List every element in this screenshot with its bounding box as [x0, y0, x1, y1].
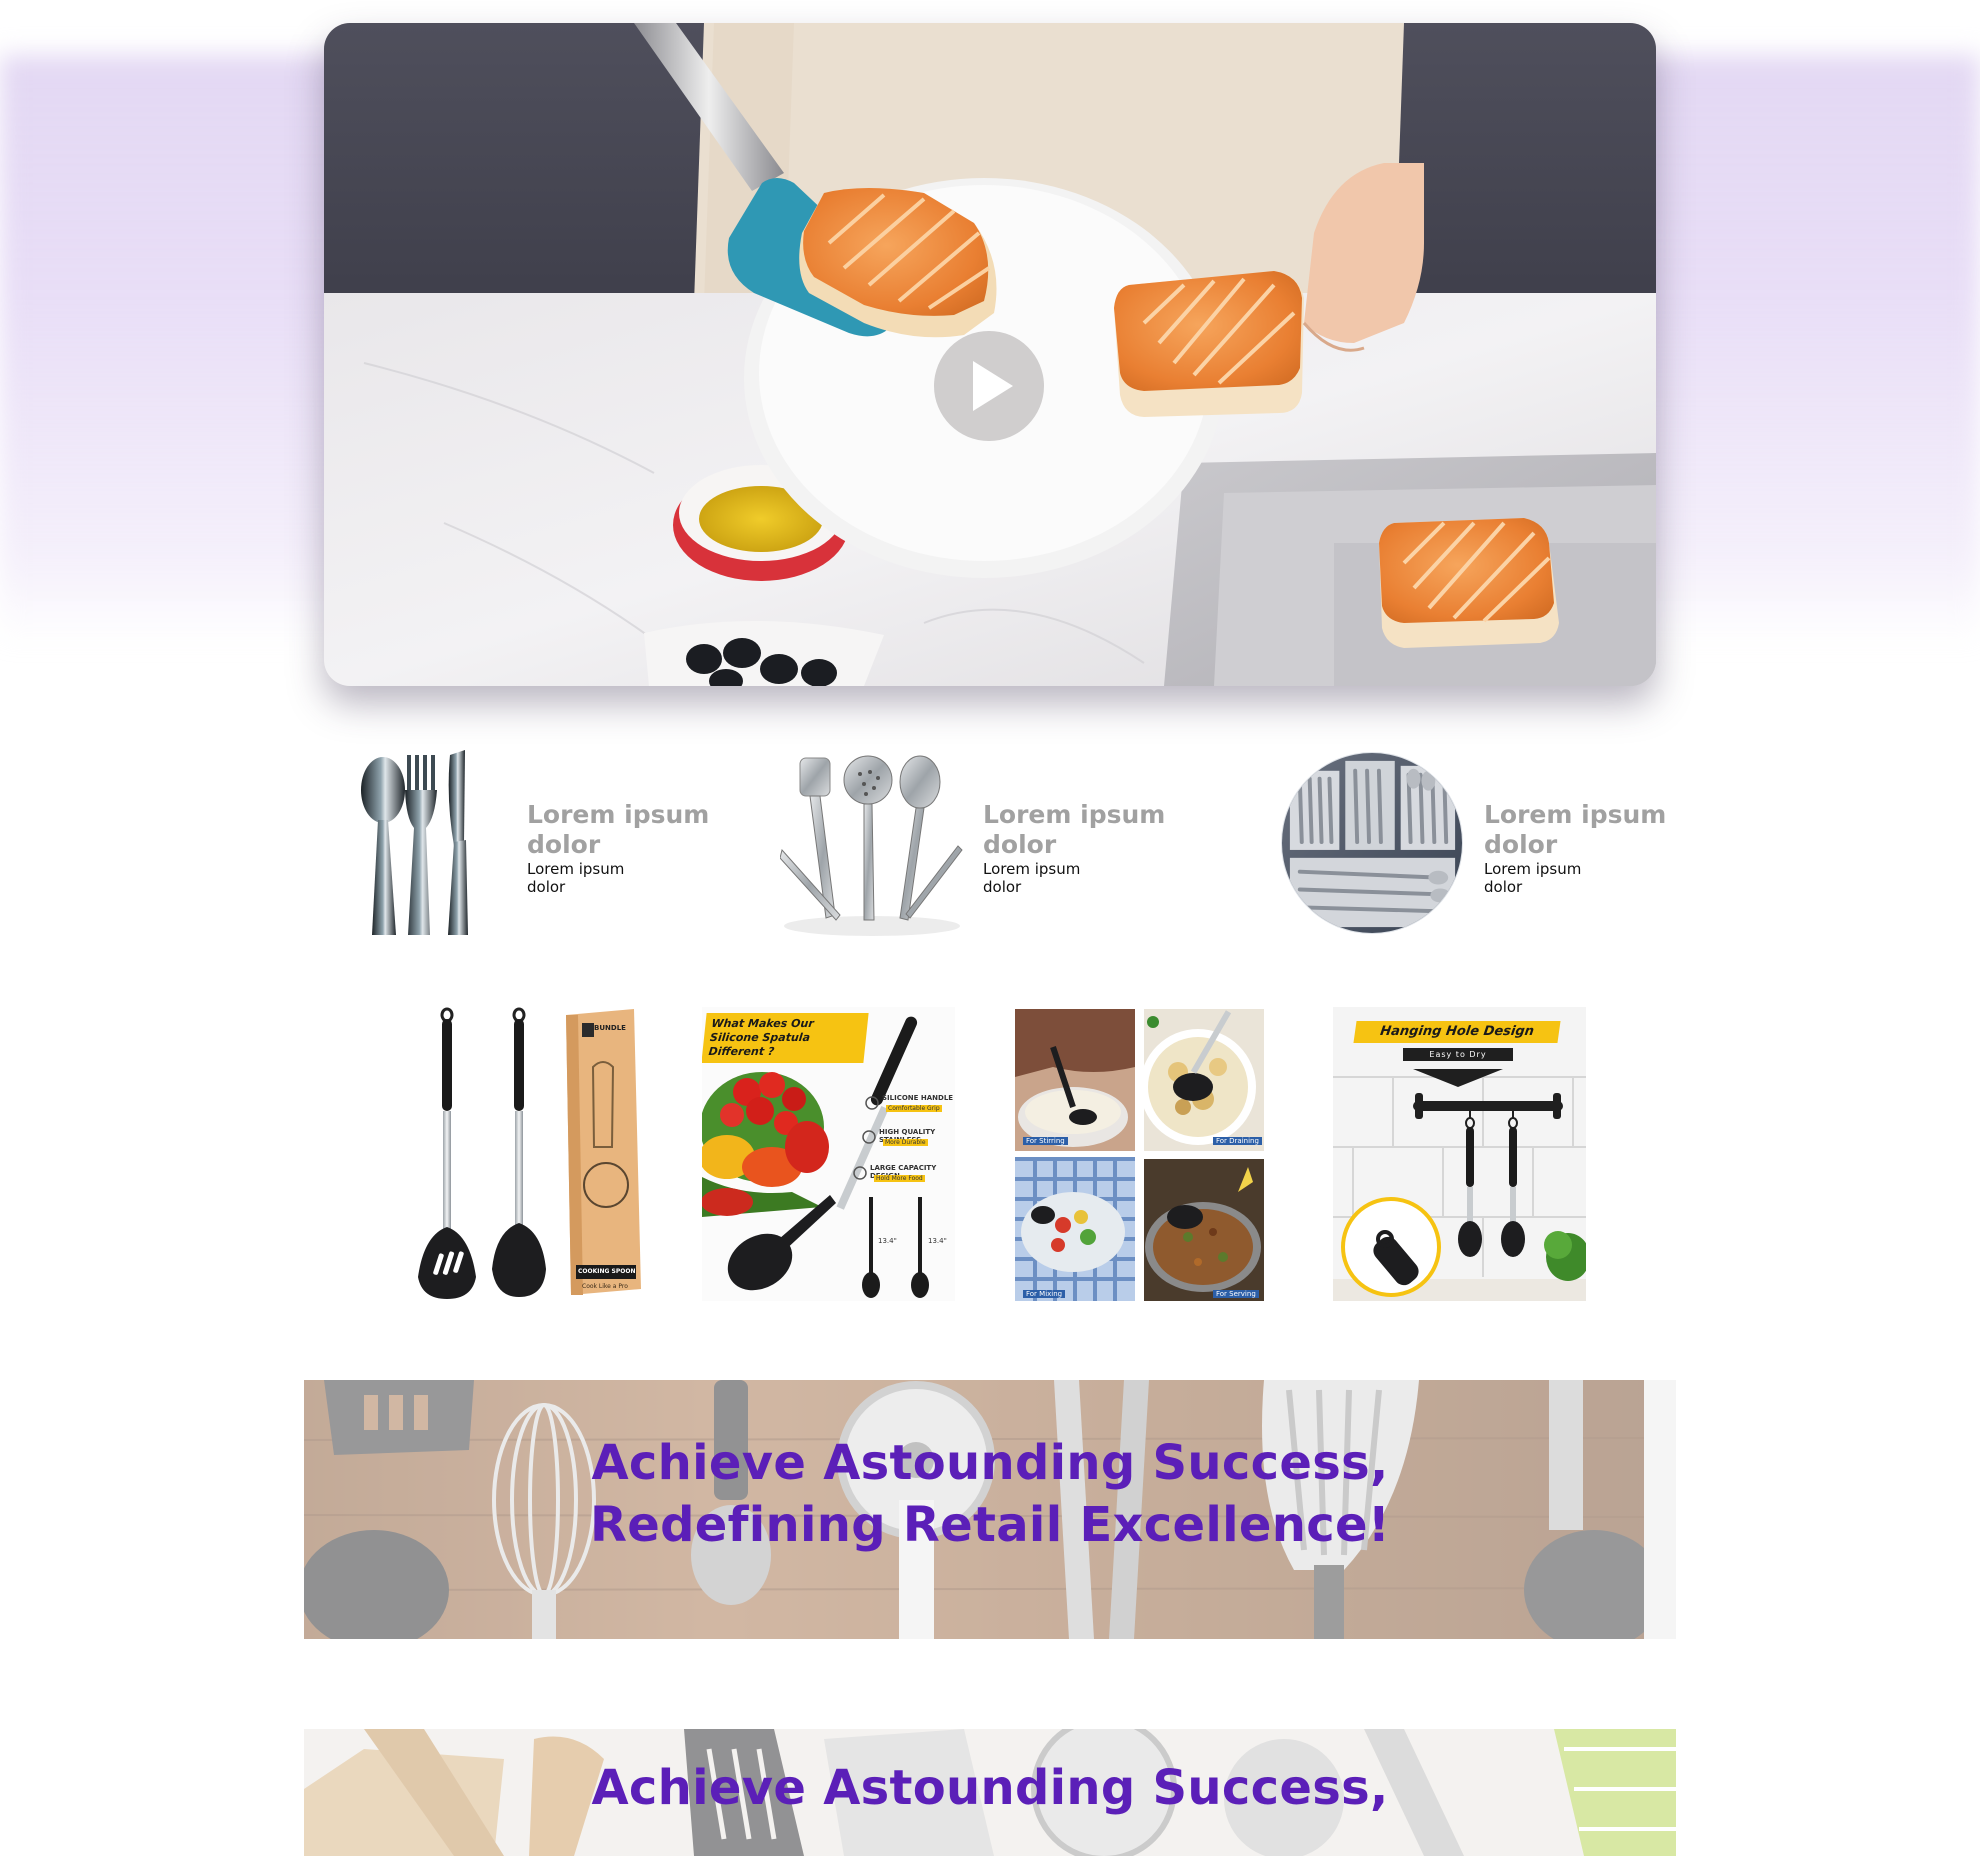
box-subtitle: Cook Like a Pro	[582, 1283, 628, 1290]
feature-subtitle: Lorem ipsum dolor	[983, 860, 1081, 896]
tile-label: For Stirring	[1023, 1137, 1068, 1145]
hanging-banner: Hanging Hole Design	[1353, 1021, 1561, 1043]
feature-title: Lorem ipsum dolor	[983, 800, 1166, 859]
feature-title: Lorem ipsum dolor	[1484, 800, 1667, 859]
tile-label: For Draining	[1213, 1137, 1262, 1145]
dimension-label: 13.4"	[928, 1237, 947, 1245]
feature-item-1: Lorem ipsum dolor Lorem ipsum dolor	[350, 750, 710, 940]
cutlery-drawer-icon	[1280, 751, 1464, 935]
utensil-set-icon	[780, 755, 963, 936]
promo-banner-2: Achieve Astounding Success,	[304, 1729, 1676, 1856]
cutlery-icon	[361, 750, 468, 935]
dimension-label: 13.4"	[878, 1237, 897, 1245]
feature-banner: What Makes Our Silicone Spatula Differen…	[702, 1013, 869, 1063]
product-image-spoons-box[interactable]: BUNDLE COOKING SPOON Cook Like a Pro	[388, 1007, 641, 1301]
play-button[interactable]	[934, 331, 1044, 441]
tile-label: For Serving	[1213, 1290, 1259, 1298]
banner-headline-line1: Achieve Astounding Success,	[591, 1760, 1389, 1816]
banner-headline-line2: Redefining Retail Excellence!	[589, 1497, 1391, 1553]
promo-banner-1: Achieve Astounding Success, Redefining R…	[304, 1380, 1676, 1639]
feature-subtitle: Lorem ipsum dolor	[527, 860, 625, 896]
usage-tiles-illustration	[1013, 1007, 1266, 1301]
spoon-set-illustration	[418, 1007, 641, 1299]
feature-item-3: Lorem ipsum dolor Lorem ipsum dolor	[1280, 750, 1680, 940]
feature-item-2: Lorem ipsum dolor Lorem ipsum dolor	[780, 750, 1165, 940]
tile-label: For Mixing	[1023, 1290, 1066, 1298]
page: Lorem ipsum dolor Lorem ipsum dolor Lore…	[0, 0, 1980, 1856]
play-icon	[973, 361, 1013, 411]
bullet-label: SILICONE HANDLE	[882, 1094, 954, 1102]
hero-video[interactable]	[324, 23, 1656, 686]
bullet-tag: More Durable	[883, 1139, 928, 1146]
product-image-hanging-hole[interactable]: Hanging Hole Design Easy to Dry	[1333, 1007, 1586, 1301]
hanging-sub-banner: Easy to Dry	[1403, 1048, 1513, 1061]
box-brand: BUNDLE	[594, 1024, 626, 1032]
product-image-usage-grid[interactable]: For Stirring For Draining For Mixing For…	[1013, 1007, 1266, 1301]
bullet-tag: Comfortable Grip	[886, 1105, 942, 1112]
banner-headline-line1: Achieve Astounding Success,	[591, 1435, 1389, 1491]
bullet-tag: Hold More Food	[874, 1175, 925, 1182]
box-title: COOKING SPOON	[578, 1268, 636, 1275]
feature-subtitle: Lorem ipsum dolor	[1484, 860, 1582, 896]
product-image-spatula-features[interactable]: What Makes Our Silicone Spatula Differen…	[702, 1007, 955, 1301]
feature-title: Lorem ipsum dolor	[527, 800, 710, 859]
